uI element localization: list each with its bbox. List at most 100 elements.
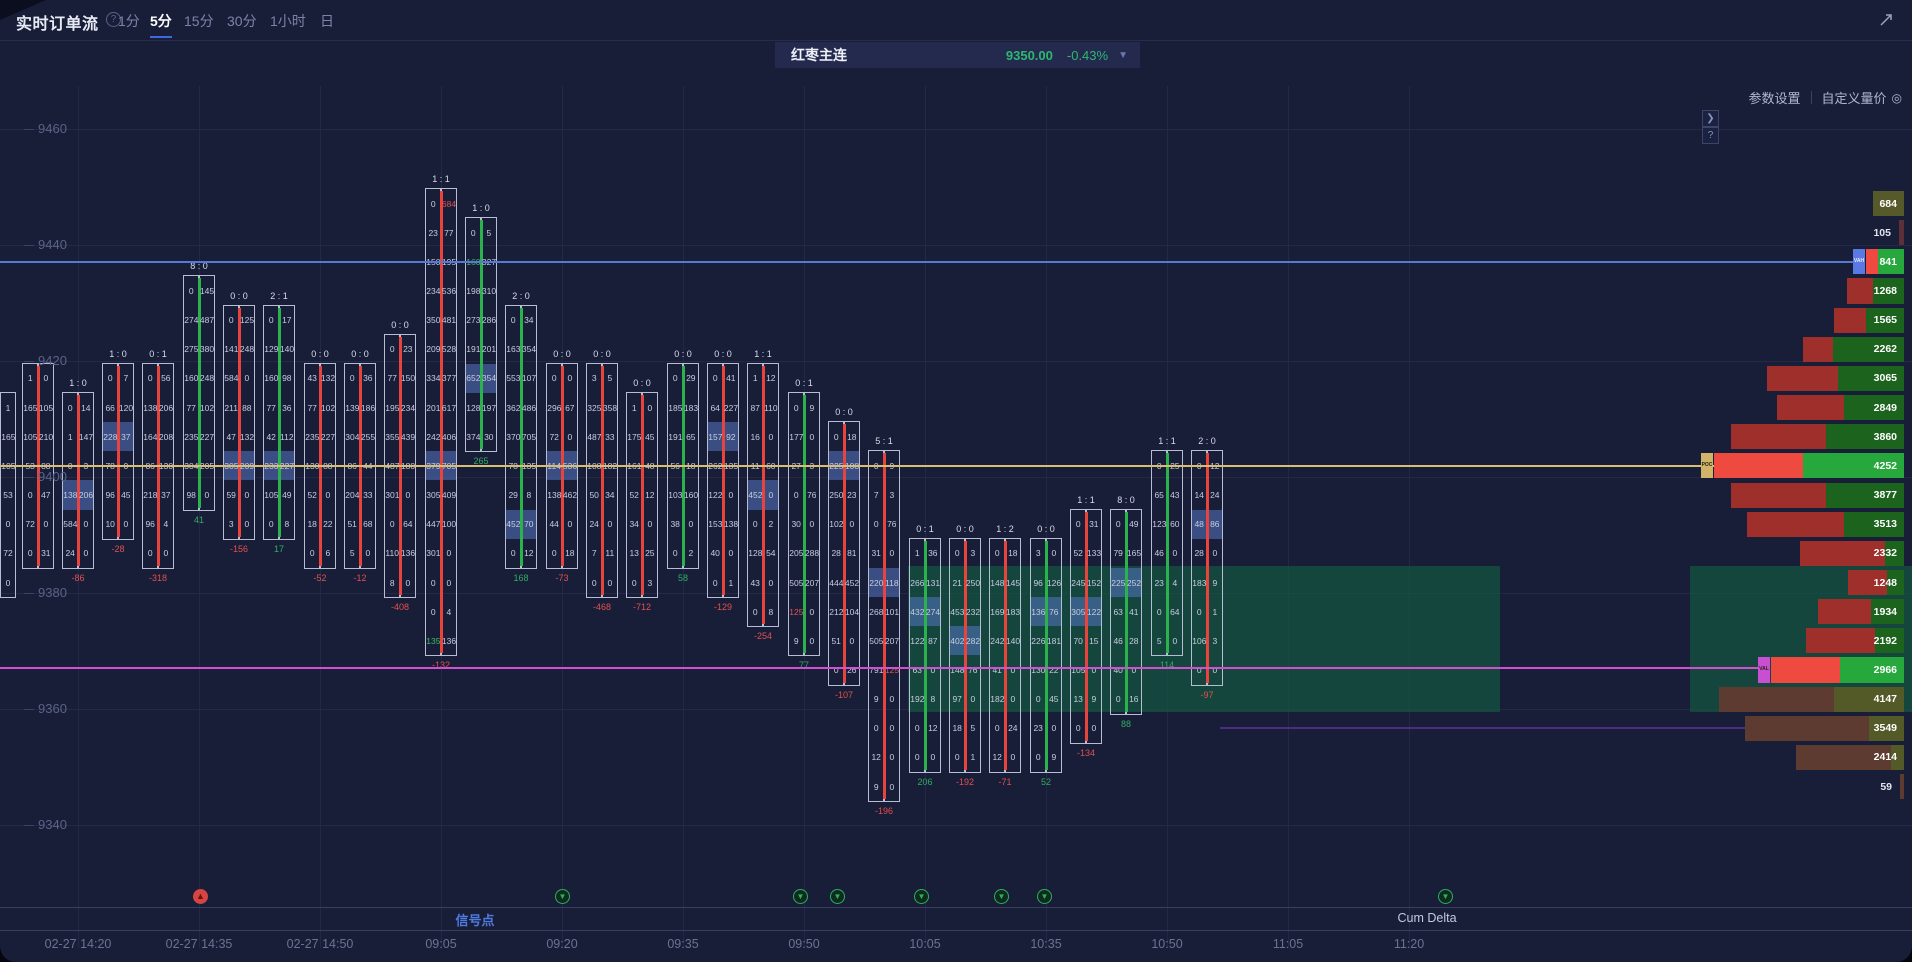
cell-ask-volume: 37 (159, 490, 173, 500)
cell-bid-volume: 164 (143, 432, 157, 442)
cell-ask-volume: 5 (482, 228, 496, 238)
contract-price: 9350.00 (1006, 48, 1053, 63)
profile-volume-label: 3877 (1874, 489, 1897, 501)
cell-ask-volume: 110 (764, 403, 778, 413)
cell-ask-volume: 0 (361, 548, 375, 558)
cell-bid-volume: 0 (264, 315, 278, 325)
cell-bid-volume: 9 (869, 782, 883, 792)
expand-icon[interactable] (1878, 12, 1894, 28)
profile-bar-sell (1731, 483, 1826, 508)
cell-bid-volume: 12 (869, 752, 883, 762)
volume-profile-row: 4252 (1714, 453, 1904, 478)
delta-line-up (278, 308, 281, 537)
cell-bid-volume: 1 (748, 373, 762, 383)
cell-ask-volume: 9 (1087, 694, 1101, 704)
cell-bid-volume: 195 (385, 403, 399, 413)
footprint-bar: 11287110160116045200212854430081 : 1-254 (747, 363, 779, 627)
cell-ask-volume: 18 (1006, 548, 1020, 558)
cell-ask-volume: 152 (1087, 578, 1101, 588)
footprint-chart-canvas[interactable]: 9460944094209400938093609340116510553072… (0, 41, 1912, 907)
cell-bid-volume: 652 (466, 373, 480, 383)
cell-bid-volume: 0 (1111, 694, 1125, 704)
cell-ask-volume: 3 (1208, 636, 1222, 646)
cell-bid-volume: 18 (305, 519, 319, 529)
cell-ask-volume: 0 (79, 519, 93, 529)
cell-bid-volume: 0 (950, 752, 964, 762)
cell-bid-volume: 0 (547, 548, 561, 558)
profile-volume-label: 2966 (1874, 664, 1897, 676)
cumdelta-pane-label[interactable]: Cum Delta (1397, 911, 1456, 925)
delta-line-up (924, 541, 927, 770)
time-axis-label: 10:05 (909, 937, 940, 951)
cell-ask-volume: 8 (522, 490, 536, 500)
cell-bid-volume: 24 (63, 548, 77, 558)
cell-ask-volume: 0 (885, 694, 899, 704)
cell-ask-volume: 0 (603, 578, 617, 588)
cell-ask-volume: 0 (724, 490, 738, 500)
cell-bid-volume: 13 (627, 548, 641, 558)
cell-bid-volume: 98 (184, 490, 198, 500)
cell-ask-volume: 0 (401, 578, 415, 588)
cell-bid-volume: 211 (224, 403, 238, 413)
cell-bid-volume: 192 (910, 694, 924, 704)
pane-divider-top (0, 907, 1912, 908)
cell-bid-volume: 362 (506, 403, 520, 413)
tab-day[interactable]: 日 (320, 11, 334, 31)
bar-ratio-header: 0 : 0 (567, 349, 637, 359)
price-axis-label: 9380 (38, 585, 67, 600)
cell-ask-volume: 0 (845, 519, 859, 529)
cell-bid-volume: 1 (23, 373, 37, 383)
cell-ask-volume: 0 (885, 723, 899, 733)
volume-profile-row: 841 (1866, 249, 1904, 274)
price-axis-label: 9360 (38, 701, 67, 716)
cell-bid-volume: 7 (587, 548, 601, 558)
cell-ask-volume: 183 (1006, 607, 1020, 617)
target-icon[interactable]: ◎ (1892, 91, 1902, 105)
chevron-down-icon[interactable]: ▼ (1118, 50, 1128, 61)
tab-1hour[interactable]: 1小时 (270, 11, 306, 31)
footprint-cell: 72 (1, 539, 15, 568)
footprint-bar: 0341633545531073624863707057813529845270… (505, 305, 537, 569)
cell-ask-volume: 8 (926, 694, 940, 704)
cell-volume: 1 (1, 403, 14, 413)
cell-ask-volume: 0 (39, 519, 53, 529)
cell-bid-volume: 160 (264, 373, 278, 383)
cell-ask-volume: 487 (200, 315, 214, 325)
cell-bid-volume: 0 (466, 228, 480, 238)
footprint-bar: 0973076310220118268101505207791125900012… (868, 450, 900, 802)
collapse-panel-button[interactable]: ❯ (1702, 110, 1719, 127)
profile-volume-label: 1268 (1874, 285, 1897, 297)
cell-volume: 0 (1, 519, 14, 529)
val-line (0, 667, 1759, 669)
contract-selector[interactable]: 红枣主连 9350.00 -0.43% ▼ (775, 42, 1140, 68)
cell-ask-volume: 227 (321, 432, 335, 442)
cell-bid-volume: 584 (224, 373, 238, 383)
cell-ask-volume: 0 (240, 490, 254, 500)
signal-pane-label[interactable]: 信号点 (455, 910, 494, 929)
cell-bid-volume: 23 (426, 228, 440, 238)
cell-ask-volume: 36 (280, 403, 294, 413)
tab-30min[interactable]: 30分 (227, 11, 257, 31)
bar-ratio-header: 1 : 0 (446, 203, 516, 213)
footprint-bar: 01814814516918324214041018200241201 : 2-… (989, 538, 1021, 773)
cell-bid-volume: 350 (426, 315, 440, 325)
tab-1min[interactable]: 1分 (118, 11, 140, 31)
custom-volume-price-button[interactable]: 自定义量价 (1822, 88, 1887, 107)
cell-ask-volume: 14 (79, 403, 93, 413)
cell-ask-volume: 41 (1127, 607, 1141, 617)
tab-15min[interactable]: 15分 (184, 11, 214, 31)
cell-bid-volume: 96 (143, 519, 157, 529)
cell-bid-volume: 0 (184, 286, 198, 296)
tab-5min[interactable]: 5分 (150, 11, 172, 31)
time-axis[interactable]: 02-27 14:2002-27 14:3502-27 14:5009:0509… (0, 930, 1912, 962)
volume-profile-row: 1248 (1848, 570, 1904, 595)
cell-ask-volume: 286 (482, 315, 496, 325)
bar-ratio-header: 1 : 1 (406, 174, 476, 184)
params-settings-button[interactable]: 参数设置 (1748, 88, 1800, 107)
cell-ask-volume: 36 (361, 373, 375, 383)
cell-ask-volume: 118 (885, 578, 899, 588)
panel-help-button[interactable]: ? (1702, 127, 1719, 144)
cell-bid-volume: 12 (990, 752, 1004, 762)
cell-bid-volume: 28 (829, 548, 843, 558)
profile-bar-sell (1719, 687, 1834, 712)
